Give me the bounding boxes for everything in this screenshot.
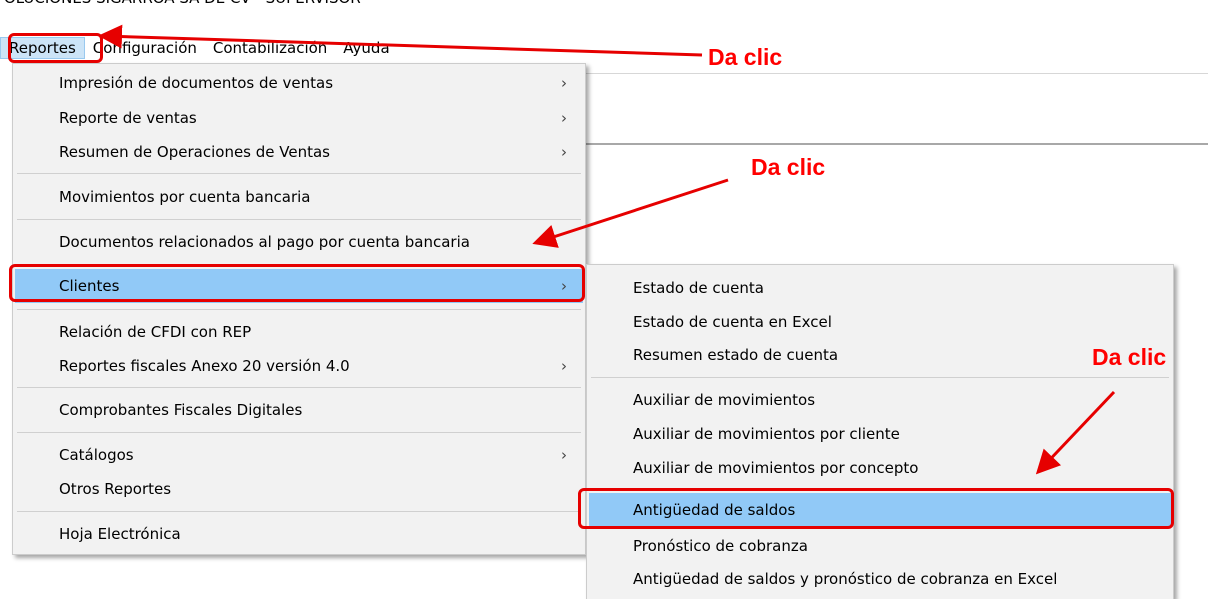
submenu-item-antiguedad-saldos[interactable]: Antigüedad de saldos — [589, 493, 1171, 527]
menu-item-label: Pronóstico de cobranza — [633, 537, 808, 555]
menu-item-label: Impresión de documentos de ventas — [59, 74, 334, 92]
menu-item-label: Catálogos — [59, 446, 134, 464]
menu-separator — [17, 219, 581, 220]
submenu-item-auxiliar-por-cliente[interactable]: Auxiliar de movimientos por cliente — [589, 417, 1171, 451]
menu-item-label: Auxiliar de movimientos por concepto — [633, 459, 919, 477]
menu-item-movimientos-cuenta-bancaria[interactable]: Movimientos por cuenta bancaria — [15, 180, 583, 214]
menu-item-label: Auxiliar de movimientos — [633, 391, 816, 409]
menu-item-label: Resumen de Operaciones de Ventas — [59, 143, 330, 161]
menu-item-label: Reportes fiscales Anexo 20 versión 4.0 — [59, 357, 350, 375]
callout-da-clic-3: Da clic — [1092, 344, 1167, 370]
menu-item-label: Reporte de ventas — [59, 109, 197, 127]
menu-item-label: Relación de CFDI con REP — [59, 323, 252, 341]
menu-item-resumen-operaciones[interactable]: Resumen de Operaciones de Ventas › — [15, 135, 583, 169]
menu-item-relacion-cfdi-rep[interactable]: Relación de CFDI con REP — [15, 315, 583, 349]
menu-item-label: Antigüedad de saldos — [633, 501, 796, 519]
chevron-right-icon: › — [561, 357, 567, 375]
menu-item-label: Otros Reportes — [59, 480, 172, 498]
menu-item-reportes-fiscales[interactable]: Reportes fiscales Anexo 20 versión 4.0 › — [15, 349, 583, 383]
window-title: OLUCIONES SIGARROA SA DE CV - SUPERVISOR — [0, 0, 1208, 11]
submenu-item-auxiliar-por-concepto[interactable]: Auxiliar de movimientos por concepto — [589, 451, 1171, 485]
menu-item-otros-reportes[interactable]: Otros Reportes — [15, 472, 583, 506]
menu-item-label: Estado de cuenta en Excel — [633, 313, 832, 331]
submenu-item-antiguedad-pronostico-excel[interactable]: Antigüedad de saldos y pronóstico de cob… — [589, 562, 1171, 596]
menu-separator — [17, 173, 581, 174]
menu-contabilizacion[interactable]: Contabilización — [205, 37, 335, 59]
menu-item-label: Resumen estado de cuenta — [633, 346, 839, 364]
submenu-item-resumen-estado-cuenta[interactable]: Resumen estado de cuenta — [589, 338, 1171, 372]
menu-separator — [17, 309, 581, 310]
clientes-submenu: Estado de cuenta Estado de cuenta en Exc… — [586, 264, 1174, 599]
menu-item-comprobantes-fiscales[interactable]: Comprobantes Fiscales Digitales — [15, 393, 583, 427]
callout-da-clic-2: Da clic — [751, 154, 826, 180]
menu-separator — [591, 489, 1169, 490]
menu-item-label: Movimientos por cuenta bancaria — [59, 188, 311, 206]
menu-separator — [591, 377, 1169, 378]
chevron-right-icon: › — [561, 74, 567, 92]
submenu-item-estado-cuenta-excel[interactable]: Estado de cuenta en Excel — [589, 305, 1171, 339]
reportes-dropdown: Impresión de documentos de ventas › Repo… — [12, 63, 586, 555]
chevron-right-icon: › — [561, 277, 567, 295]
background-toolbar-pane — [560, 73, 1208, 145]
submenu-item-pronostico-cobranza[interactable]: Pronóstico de cobranza — [589, 529, 1171, 563]
menu-item-catalogos[interactable]: Catálogos › — [15, 438, 583, 472]
menu-item-label: Hoja Electrónica — [59, 525, 181, 543]
menu-item-reporte-ventas[interactable]: Reporte de ventas › — [15, 101, 583, 135]
menu-ayuda[interactable]: Ayuda — [335, 37, 397, 59]
menu-item-label: Estado de cuenta — [633, 279, 764, 297]
menu-item-hoja-electronica[interactable]: Hoja Electrónica — [15, 517, 583, 551]
menu-item-label: Antigüedad de saldos y pronóstico de cob… — [633, 570, 1058, 588]
menu-item-label: Documentos relacionados al pago por cuen… — [59, 233, 470, 251]
chevron-right-icon: › — [561, 446, 567, 464]
callout-da-clic-1: Da clic — [708, 44, 783, 70]
menu-item-label: Auxiliar de movimientos por cliente — [633, 425, 900, 443]
menu-reportes[interactable]: Reportes — [0, 37, 85, 59]
menu-item-documentos-relacionados[interactable]: Documentos relacionados al pago por cuen… — [15, 225, 583, 259]
menu-item-label: Comprobantes Fiscales Digitales — [59, 401, 303, 419]
menu-item-clientes[interactable]: Clientes › — [15, 269, 583, 303]
chevron-right-icon: › — [561, 143, 567, 161]
menu-bar: Reportes Configuración Contabilización A… — [0, 36, 700, 60]
menu-item-impresion-documentos[interactable]: Impresión de documentos de ventas › — [15, 66, 583, 100]
submenu-item-estado-cuenta[interactable]: Estado de cuenta — [589, 271, 1171, 305]
menu-configuracion[interactable]: Configuración — [85, 37, 205, 59]
menu-item-label: Clientes — [59, 277, 120, 295]
chevron-right-icon: › — [561, 109, 567, 127]
menu-separator — [17, 511, 581, 512]
submenu-item-auxiliar-movimientos[interactable]: Auxiliar de movimientos — [589, 383, 1171, 417]
menu-separator — [17, 432, 581, 433]
menu-separator — [17, 387, 581, 388]
